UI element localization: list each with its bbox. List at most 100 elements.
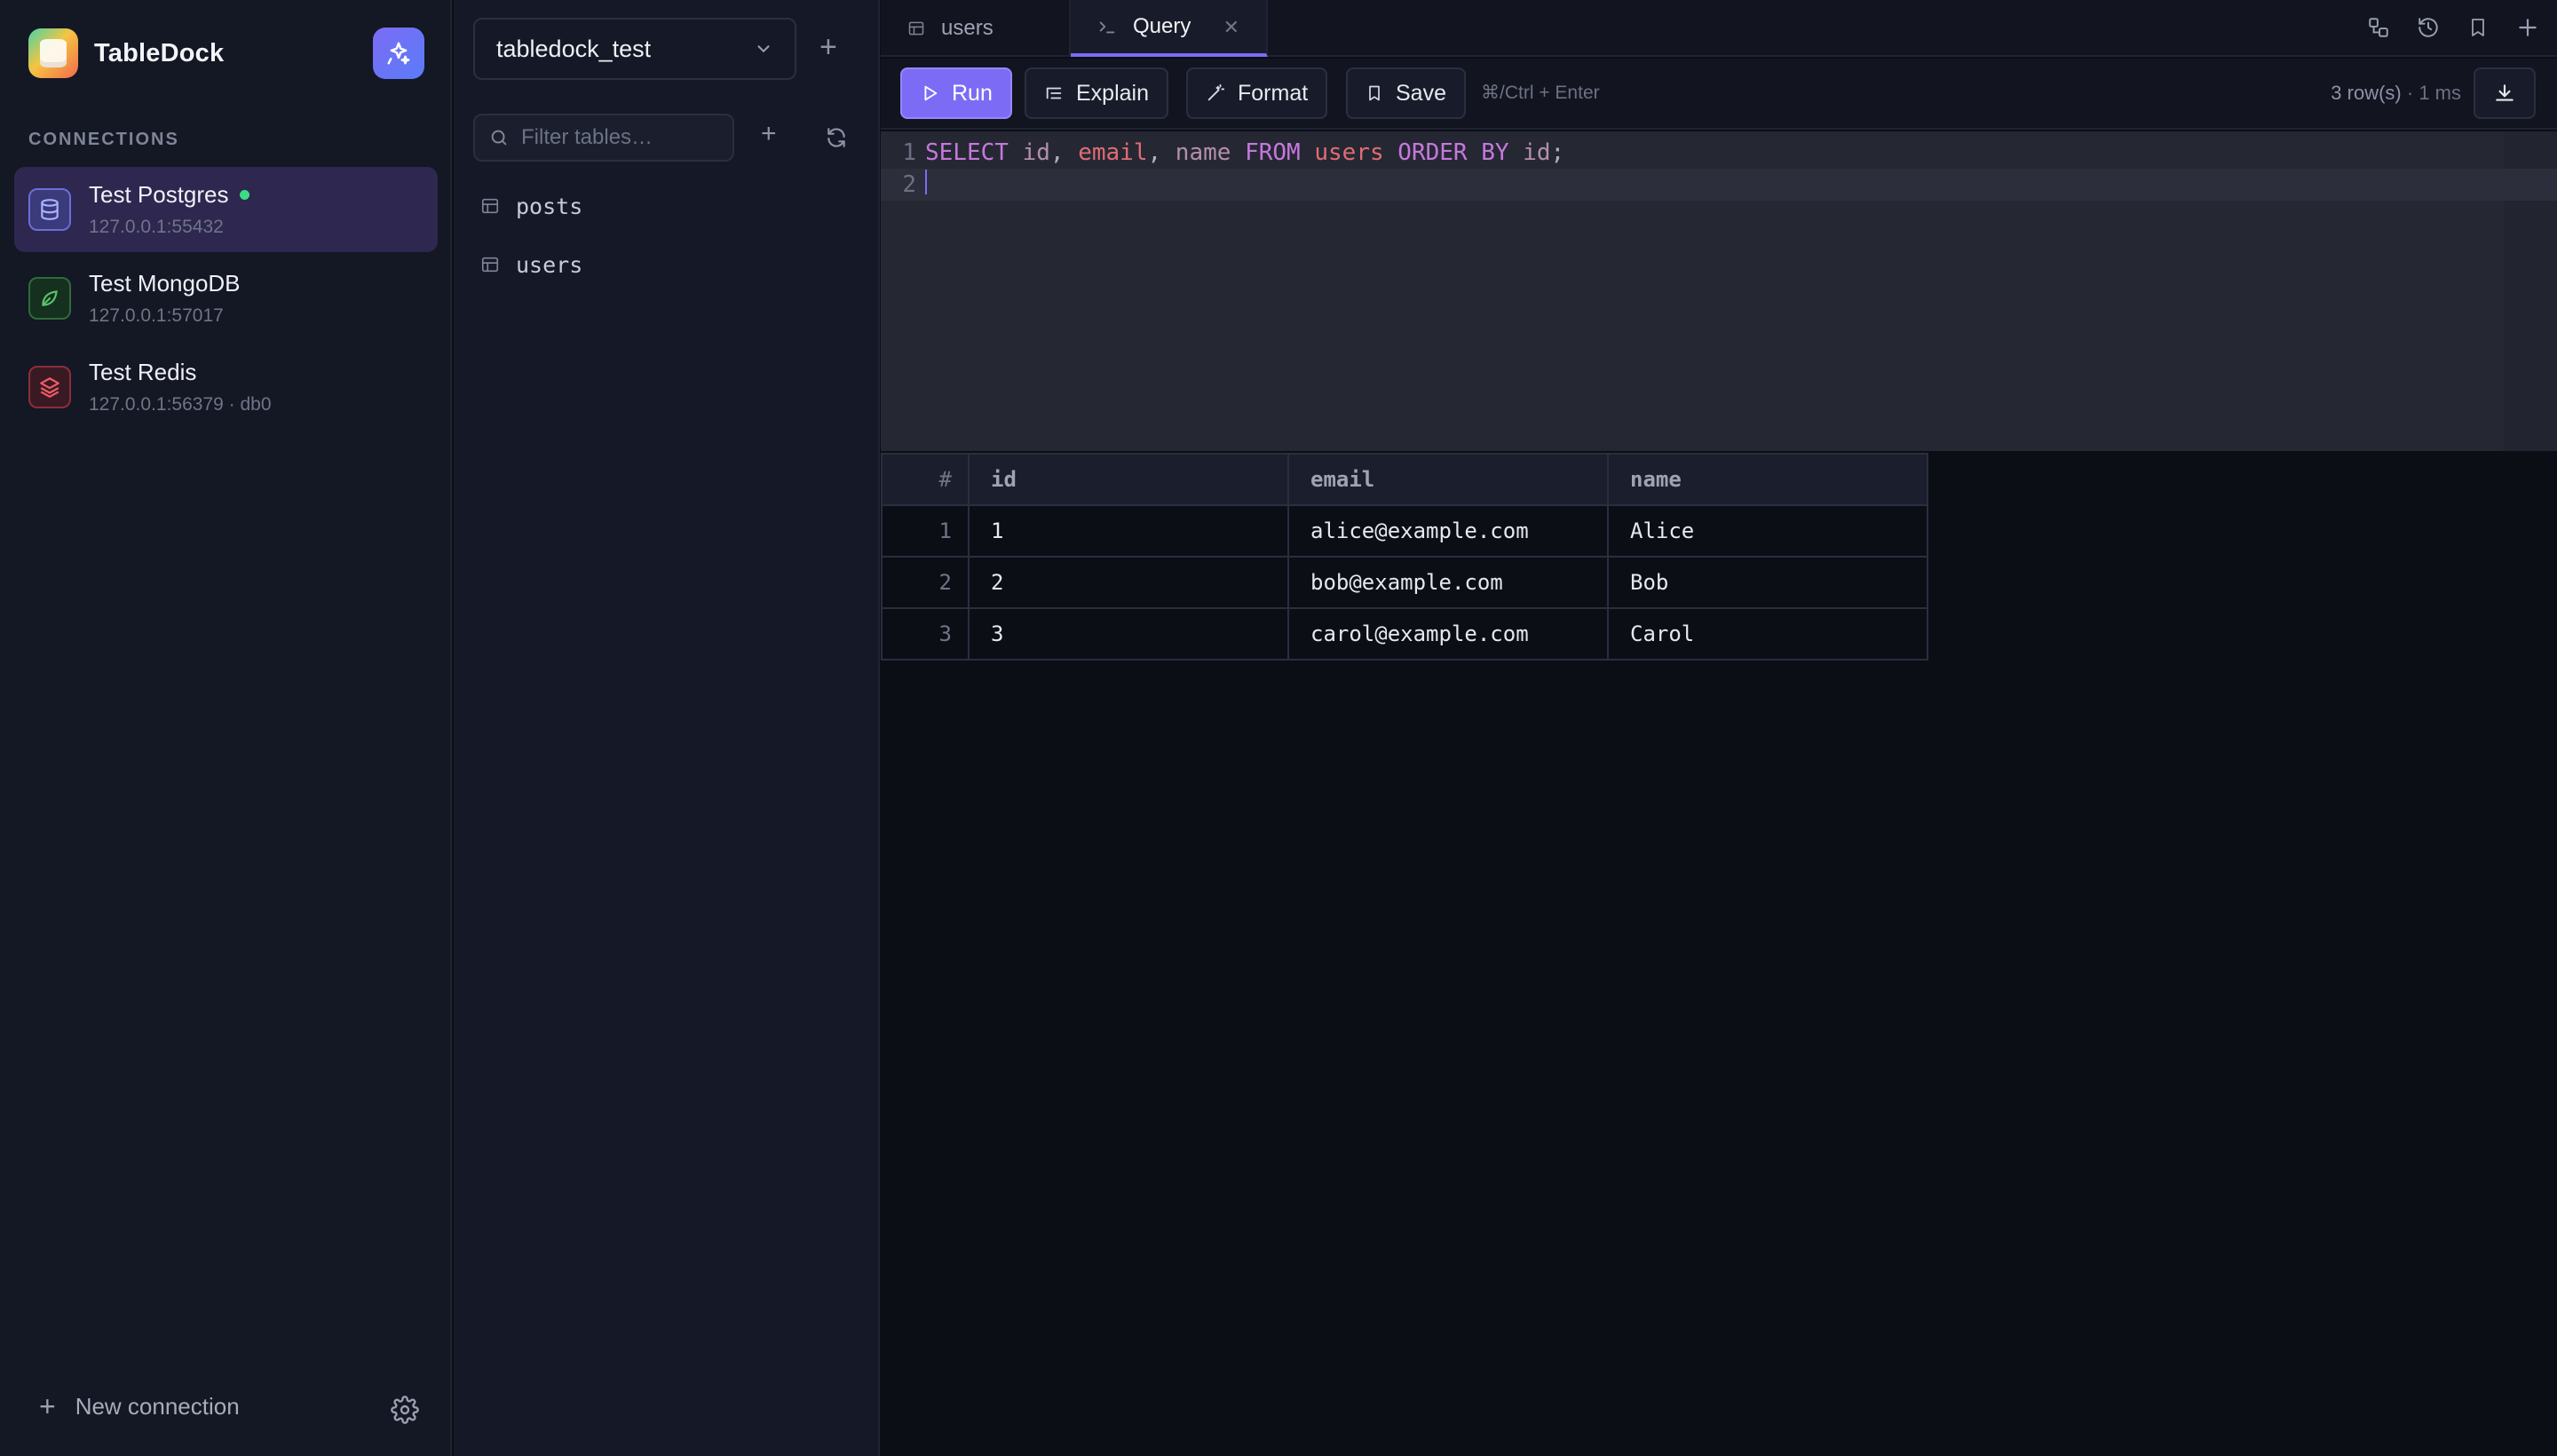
table-name: posts	[516, 193, 583, 219]
close-tab-button[interactable]: ✕	[1223, 16, 1239, 39]
diagram-icon	[2369, 18, 2388, 37]
chevron-down-icon	[757, 45, 770, 53]
row-number: 2	[881, 556, 970, 609]
play-icon	[920, 83, 939, 103]
run-button-label: Run	[952, 80, 993, 106]
history-button[interactable]	[2415, 14, 2442, 41]
add-table-button[interactable]: +	[761, 121, 777, 147]
table-icon	[908, 21, 924, 36]
status-online-indicator	[239, 189, 249, 200]
list-tree-icon	[1044, 83, 1064, 103]
sparkle-icon	[387, 42, 410, 65]
connection-host: 127.0.0.1:55432	[89, 217, 224, 237]
results-header-row: # id email name	[881, 453, 1928, 506]
cell[interactable]: bob@example.com	[1287, 556, 1609, 609]
saved-queries-button[interactable]	[2465, 14, 2491, 41]
plus-icon: +	[761, 119, 777, 148]
settings-button[interactable]	[391, 1396, 419, 1424]
tables-panel: tabledock_test + + posts users	[454, 0, 880, 1456]
app-logo-icon	[28, 28, 78, 78]
export-results-button[interactable]	[2474, 67, 2536, 119]
cell[interactable]: Carol	[1607, 607, 1928, 661]
refresh-icon	[827, 128, 845, 147]
new-tab-button[interactable]	[2514, 14, 2541, 41]
line-number: 1	[902, 139, 916, 166]
table-row: 1 1 alice@example.com Alice	[881, 504, 1928, 558]
table-row: 2 2 bob@example.com Bob	[881, 556, 1928, 609]
cell[interactable]: 1	[968, 504, 1289, 558]
connection-host: 127.0.0.1:57017	[89, 305, 224, 326]
terminal-icon	[1099, 21, 1115, 34]
column-header-id[interactable]: id	[968, 453, 1289, 506]
connections-section-label: CONNECTIONS	[28, 130, 179, 149]
format-button-label: Format	[1238, 80, 1309, 106]
text-caret	[925, 169, 927, 194]
connection-item-mongodb[interactable]: Test MongoDB 127.0.0.1:57017	[14, 256, 438, 341]
column-header-email[interactable]: email	[1287, 453, 1609, 506]
ai-assistant-button[interactable]	[373, 28, 424, 79]
table-item-users[interactable]: users	[480, 247, 582, 282]
cell[interactable]: carol@example.com	[1287, 607, 1609, 661]
connection-name: Test Postgres	[89, 181, 229, 208]
connection-item-postgres[interactable]: Test Postgres 127.0.0.1:55432	[14, 167, 438, 252]
leaf-icon	[28, 277, 71, 320]
row-number-header: #	[881, 453, 970, 506]
connection-item-redis[interactable]: Test Redis 127.0.0.1:56379 · db0	[14, 344, 438, 430]
shortcut-hint: ⌘/Ctrl + Enter	[1481, 83, 1600, 103]
connection-name: Test MongoDB	[89, 270, 241, 297]
new-connection-button[interactable]: + New connection	[39, 1392, 240, 1420]
save-button-label: Save	[1396, 80, 1446, 106]
query-duration: · 1 ms	[2406, 82, 2461, 104]
bookmark-icon	[2472, 19, 2484, 36]
refresh-tables-button[interactable]	[825, 126, 848, 149]
results-grid: # id email name 1 1 alice@example.com Al…	[881, 453, 1928, 661]
plus-icon: +	[819, 30, 837, 64]
tab-bar: users Query ✕	[881, 0, 2557, 57]
connections-sidebar: TableDock CONNECTIONS Test Postgres 127.…	[0, 0, 452, 1456]
sql-editor[interactable]: 1 SELECT id, email, name FROM users ORDE…	[881, 131, 2557, 451]
tab-users[interactable]: users	[881, 0, 1071, 57]
add-database-button[interactable]: +	[819, 32, 837, 62]
history-icon	[2418, 18, 2438, 37]
download-icon	[2496, 84, 2513, 101]
save-button[interactable]: Save	[1346, 67, 1466, 119]
bookmark-icon	[1366, 83, 1383, 103]
table-item-posts[interactable]: posts	[480, 188, 582, 224]
new-connection-label: New connection	[75, 1392, 240, 1420]
explain-button-label: Explain	[1076, 80, 1149, 106]
table-icon	[481, 198, 499, 214]
database-select[interactable]: tabledock_test	[473, 18, 796, 80]
query-toolbar: Run Explain Format Save ⌘/Ctrl + Enter 3…	[881, 59, 2557, 130]
cell[interactable]: alice@example.com	[1287, 504, 1609, 558]
run-button[interactable]: Run	[900, 67, 1012, 119]
gear-icon	[391, 1396, 419, 1424]
connection-host: 127.0.0.1:56379 · db0	[89, 394, 272, 415]
plus-icon: +	[39, 1390, 56, 1422]
filter-tables-input[interactable]	[521, 125, 716, 150]
table-row: 3 3 carol@example.com Carol	[881, 607, 1928, 661]
brand: TableDock	[28, 28, 224, 78]
cell[interactable]: Bob	[1607, 556, 1928, 609]
table-name: users	[516, 251, 583, 278]
layers-icon	[28, 366, 71, 408]
cell[interactable]: 2	[968, 556, 1289, 609]
column-header-name[interactable]: name	[1607, 453, 1928, 506]
tab-query[interactable]: Query ✕	[1071, 0, 1268, 57]
tab-label: Query	[1133, 14, 1191, 38]
row-number: 3	[881, 607, 970, 661]
database-icon	[28, 188, 71, 231]
app-name: TableDock	[94, 38, 225, 67]
cell[interactable]: 3	[968, 607, 1289, 661]
schema-diagram-button[interactable]	[2365, 14, 2392, 41]
main-area: users Query ✕ Run Explain Format Save ⌘/…	[881, 0, 2557, 1456]
cell[interactable]: Alice	[1607, 504, 1928, 558]
line-code: SELECT id, email, name FROM users ORDER …	[925, 139, 1565, 166]
filter-tables-field[interactable]	[473, 114, 734, 162]
explain-button[interactable]: Explain	[1025, 67, 1168, 119]
connection-name: Test Redis	[89, 359, 197, 385]
row-number: 1	[881, 504, 970, 558]
tab-tools	[2365, 14, 2541, 41]
editor-line-current: 2	[881, 169, 2557, 201]
plus-icon	[2519, 19, 2537, 36]
format-button[interactable]: Format	[1186, 67, 1328, 119]
